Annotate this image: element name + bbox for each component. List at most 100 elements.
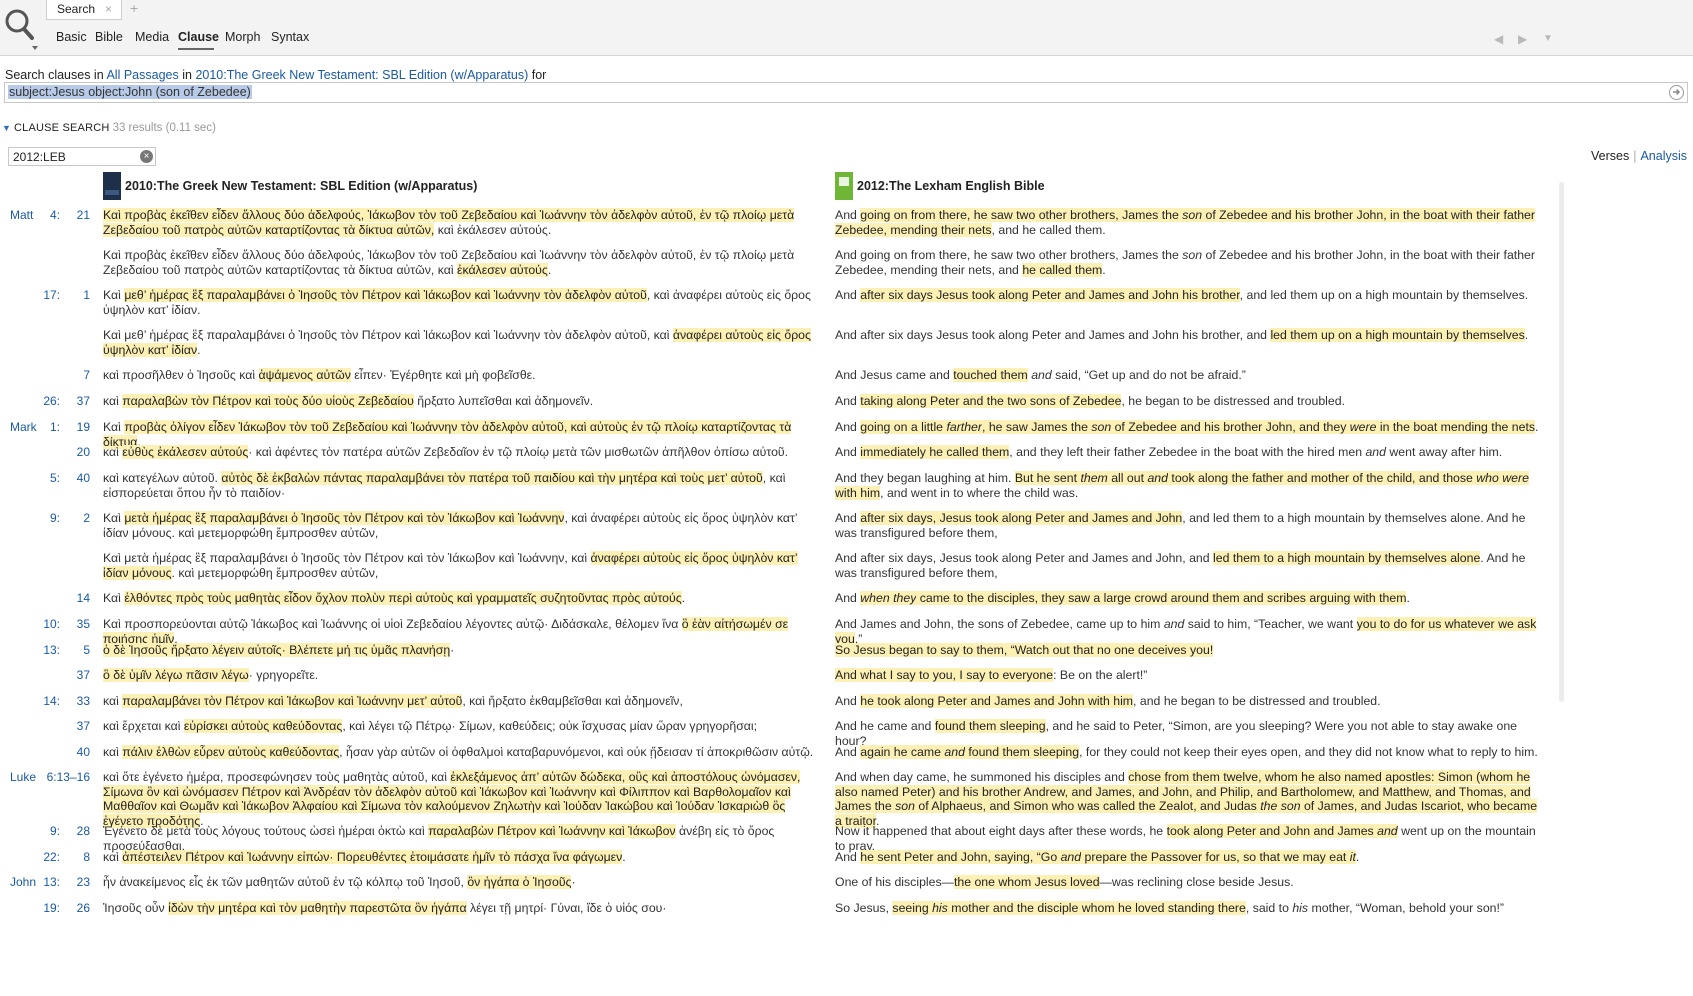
english-verse-text[interactable]: And he sent Peter and John, saying, “Go … [835,850,1547,865]
greek-verse-text[interactable]: καὶ ὅτε ἐγένετο ἡμέρα, προσεφώνησεν τοὺς… [103,770,821,828]
reference-verse-link[interactable]: 26 [60,901,90,915]
greek-verse-text[interactable]: Καὶ μεθ’ ἡμέρας ἓξ παραλαμβάνει ὁ Ἰησοῦς… [103,328,821,357]
reference-verse-link[interactable]: 20 [60,445,90,459]
greek-verse-text[interactable]: ἦν ἀνακείμενος εἷς ἐκ τῶν μαθητῶν αὐτοῦ … [103,875,821,890]
tab-media[interactable]: Media [135,30,169,44]
chevron-down-icon[interactable]: ▼ [1543,33,1553,44]
scope-link[interactable]: All Passages [106,68,179,83]
greek-verse-text[interactable]: Καὶ μετὰ ἡμέρας ἓξ παραλαμβάνει ὁ Ἰησοῦς… [103,551,821,580]
english-verse-text[interactable]: And after six days, Jesus took along Pet… [835,551,1547,580]
reference-verse-link[interactable]: 40 [60,745,90,759]
english-verse-text[interactable]: And he took along Peter and James and Jo… [835,694,1547,709]
query-input[interactable]: subject:Jesus object:John (son of Zebede… [4,82,1688,103]
reference-verse-link[interactable]: 2 [60,511,90,525]
english-verse-text[interactable]: And going on from there, he saw two othe… [835,248,1547,277]
reference-verse-link[interactable]: 7 [60,368,90,382]
greek-verse-text[interactable]: καὶ παραλαβὼν τὸν Πέτρον καὶ τοὺς δύο υἱ… [103,394,821,409]
clause-search-header[interactable]: ▼ CLAUSE SEARCH 33 results (0.11 sec) [2,122,216,134]
reference-chapter-link[interactable]: 13: [38,875,60,889]
scrollbar-thumb[interactable] [1559,182,1564,702]
greek-verse-text[interactable]: Καὶ μετὰ ἡμέρας ἓξ παραλαμβάνει ὁ Ἰησοῦς… [103,511,821,540]
greek-verse-text[interactable]: Ἰησοῦς οὖν ἰδὼν τὴν μητέρα καὶ τὸν μαθητ… [103,901,821,916]
scrollbar[interactable] [1558,180,1566,990]
greek-verse-text[interactable]: Καὶ μεθ’ ἡμέρας ἓξ παραλαμβάνει ὁ Ἰησοῦς… [103,288,821,317]
english-verse-text[interactable]: And what I say to you, I say to everyone… [835,668,1547,683]
tab-search[interactable]: Search × [46,0,122,20]
analysis-view-link[interactable]: Analysis [1640,149,1687,163]
reference-verse-link[interactable]: 21 [60,208,90,222]
resource-link[interactable]: 2010:The Greek New Testament: SBL Editio… [195,68,529,83]
greek-verse-text[interactable]: καὶ κατεγέλων αὐτοῦ. αὐτὸς δὲ ἐκβαλὼν πά… [103,471,821,500]
reference-chapter-link[interactable]: 9: [38,511,60,525]
english-verse-text[interactable]: And after six days Jesus took along Pete… [835,328,1547,343]
greek-verse-text[interactable]: καὶ πάλιν ἐλθὼν εὗρεν αὐτοὺς καθεύδοντας… [103,745,821,760]
go-arrow-icon[interactable] [1669,85,1684,100]
english-verse-text[interactable]: So Jesus, seeing his mother and the disc… [835,901,1547,916]
greek-verse-text[interactable]: Καὶ προβὰς ἐκεῖθεν εἶδεν ἄλλους δύο ἀδελ… [103,248,821,277]
reference-verse-link[interactable]: 23 [60,875,90,889]
reference-verse-link[interactable]: 28 [60,824,90,838]
reference-verse-link[interactable]: 37 [60,719,90,733]
reference-verse-link[interactable]: 8 [60,850,90,864]
english-verse-text[interactable]: And immediately he called them, and they… [835,445,1547,460]
greek-verse-text[interactable]: Καὶ προβὰς ἐκεῖθεν εἶδεν ἄλλους δύο ἀδελ… [103,208,821,237]
tab-syntax[interactable]: Syntax [271,30,309,44]
forward-arrow-icon[interactable]: ▶ [1518,32,1527,46]
tab-morph[interactable]: Morph [225,30,260,44]
english-verse-text[interactable]: Now it happened that about eight days af… [835,824,1547,853]
english-verse-text[interactable]: And after six days, Jesus took along Pet… [835,511,1547,540]
reference-verse-link[interactable]: 35 [60,617,90,631]
reference-chapter-link[interactable]: 5: [38,471,60,485]
reference-verse-link[interactable]: 5 [60,643,90,657]
collapse-triangle-icon[interactable]: ▼ [2,123,11,133]
english-verse-text[interactable]: And taking along Peter and the two sons … [835,394,1547,409]
tab-basic[interactable]: Basic [56,30,87,44]
reference-chapter-link[interactable]: 10: [38,617,60,631]
greek-verse-text[interactable]: καὶ ἀπέστειλεν Πέτρον καὶ Ἰωάννην εἰπών·… [103,850,821,865]
reference-chapter-link[interactable]: 4: [38,208,60,222]
greek-verse-text[interactable]: Καὶ προσπορεύονται αὐτῷ Ἰάκωβος καὶ Ἰωάν… [103,617,821,646]
greek-verse-text[interactable]: Ἐγένετο δὲ μετὰ τοὺς λόγους τούτους ὡσεὶ… [103,824,821,853]
tab-clause[interactable]: Clause [178,30,219,44]
back-arrow-icon[interactable]: ◀ [1494,32,1503,46]
reference-chapter-link[interactable]: 1: [38,420,60,434]
reference-chapter-link[interactable]: 19: [38,901,60,915]
english-verse-text[interactable]: And he came and found them sleeping, and… [835,719,1547,748]
english-verse-text[interactable]: And when they came to the disciples, the… [835,591,1547,606]
search-panel-icon[interactable] [2,4,42,52]
reference-verse-link[interactable]: 14 [60,591,90,605]
english-verse-text[interactable]: And when day came, he summoned his disci… [835,770,1547,828]
greek-verse-text[interactable]: ὃ δὲ ὑμῖν λέγω πᾶσιν λέγω· γρηγορεῖτε. [103,668,821,683]
reference-verse-link[interactable]: 19 [60,420,90,434]
reference-chapter-link[interactable]: 22: [38,850,60,864]
greek-verse-text[interactable]: καὶ εὐθὺς ἐκάλεσεν αὐτούς· καὶ ἀφέντες τ… [103,445,821,460]
close-icon[interactable]: × [105,2,112,16]
english-verse-text[interactable]: And Jesus came and touched them and said… [835,368,1547,383]
english-verse-text[interactable]: And they began laughing at him. But he s… [835,471,1547,500]
resource-filter-input[interactable]: 2012:LEB × [8,147,156,166]
reference-chapter-link[interactable]: 17: [38,288,60,302]
reference-chapter-link[interactable]: 6:13–16 [30,770,90,784]
english-verse-text[interactable]: And again he came and found them sleepin… [835,745,1547,760]
english-verse-text[interactable]: And after six days Jesus took along Pete… [835,288,1547,303]
tab-bible[interactable]: Bible [95,30,123,44]
english-verse-text[interactable]: And going on a little farther, he saw Ja… [835,420,1547,435]
greek-verse-text[interactable]: ὁ δὲ Ἰησοῦς ἤρξατο λέγειν αὐτοῖς· Βλέπετ… [103,643,821,658]
reference-verse-link[interactable]: 33 [60,694,90,708]
english-verse-text[interactable]: And James and John, the sons of Zebedee,… [835,617,1547,646]
verses-view-link[interactable]: Verses [1591,149,1629,163]
english-verse-text[interactable]: And going on from there, he saw two othe… [835,208,1547,237]
reference-chapter-link[interactable]: 9: [38,824,60,838]
add-tab-icon[interactable]: + [130,0,138,16]
greek-verse-text[interactable]: καὶ ἔρχεται καὶ εὑρίσκει αὐτοὺς καθεύδον… [103,719,821,734]
greek-verse-text[interactable]: Καὶ ἐλθόντες πρὸς τοὺς μαθητὰς εἶδον ὄχλ… [103,591,821,606]
reference-verse-link[interactable]: 37 [60,394,90,408]
reference-chapter-link[interactable]: 13: [38,643,60,657]
reference-chapter-link[interactable]: 14: [38,694,60,708]
reference-verse-link[interactable]: 40 [60,471,90,485]
reference-chapter-link[interactable]: 26: [38,394,60,408]
english-verse-text[interactable]: One of his disciples—the one whom Jesus … [835,875,1547,890]
reference-verse-link[interactable]: 37 [60,668,90,682]
greek-verse-text[interactable]: καὶ προσῆλθεν ὁ Ἰησοῦς καὶ ἁψάμενος αὐτῶ… [103,368,821,383]
reference-verse-link[interactable]: 1 [60,288,90,302]
